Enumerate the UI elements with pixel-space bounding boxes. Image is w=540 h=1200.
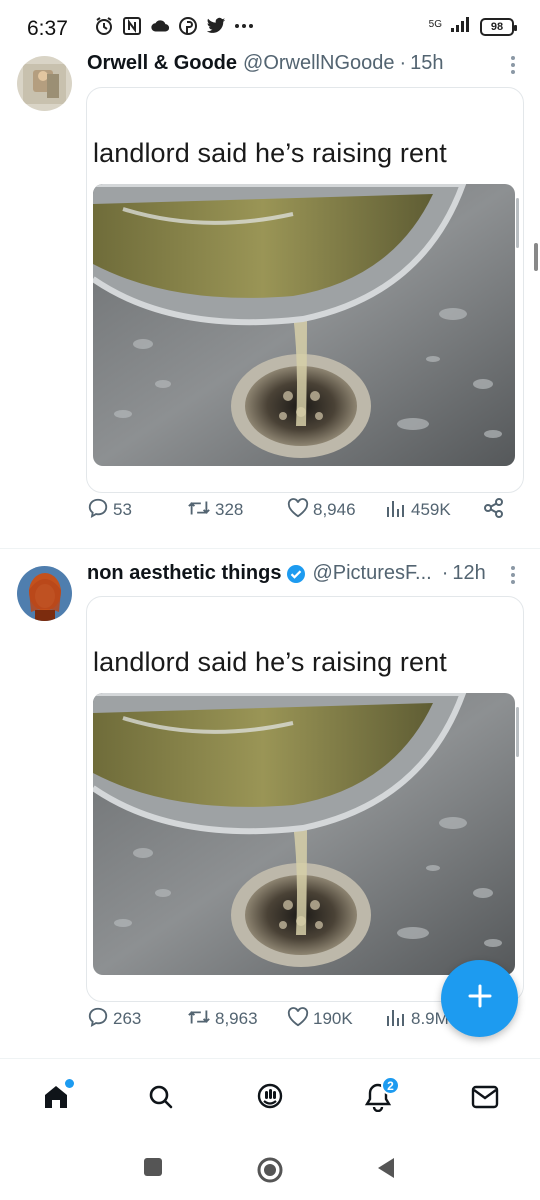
nav-home[interactable] xyxy=(36,1079,76,1119)
tweet-media-card[interactable]: landlord said he’s raising rent xyxy=(86,596,524,1002)
search-icon xyxy=(147,1083,175,1116)
meme-image[interactable] xyxy=(93,184,515,466)
reply-count: 53 xyxy=(113,500,132,519)
views-button[interactable]: 8.9M xyxy=(385,1007,449,1032)
nav-messages[interactable] xyxy=(465,1079,505,1119)
like-count: 8,946 xyxy=(313,500,356,519)
nav-communities[interactable] xyxy=(250,1079,290,1119)
avatar[interactable] xyxy=(17,566,72,621)
new-posts-dot xyxy=(65,1079,74,1088)
more-options-icon[interactable] xyxy=(510,566,516,584)
share-icon xyxy=(483,497,505,524)
plus-icon xyxy=(466,982,494,1015)
heart-icon xyxy=(287,1006,309,1032)
views-button[interactable]: 459K xyxy=(385,498,451,523)
retweet-icon xyxy=(187,497,211,524)
like-count: 190K xyxy=(313,1009,353,1028)
tweet[interactable]: Orwell & Goode @OrwellNGoode · 15h landl… xyxy=(0,0,540,548)
home-system-button[interactable] xyxy=(256,1156,284,1189)
more-options-icon[interactable] xyxy=(510,56,516,74)
reply-button[interactable]: 53 xyxy=(87,497,132,524)
system-navigation-bar xyxy=(0,1138,540,1200)
views-icon xyxy=(385,498,407,523)
tweet-media-card[interactable]: landlord said he’s raising rent xyxy=(86,87,524,493)
notifications-badge: 2 xyxy=(381,1076,400,1095)
nav-notifications[interactable]: 2 xyxy=(358,1076,400,1119)
display-name[interactable]: Orwell & Goode xyxy=(87,52,237,75)
like-button[interactable]: 8,946 xyxy=(287,497,356,523)
view-count: 459K xyxy=(411,500,451,519)
views-icon xyxy=(385,1007,407,1032)
messages-icon xyxy=(470,1084,500,1115)
heart-icon xyxy=(287,497,309,523)
retweet-icon xyxy=(187,1006,211,1033)
timestamp[interactable]: 15h xyxy=(410,52,443,75)
back-triangle-icon xyxy=(375,1156,397,1185)
timestamp[interactable]: 12h xyxy=(452,562,485,585)
verified-badge-icon xyxy=(286,564,306,584)
meme-text: landlord said he’s raising rent xyxy=(93,647,447,677)
share-button[interactable] xyxy=(483,497,505,524)
circle-icon xyxy=(256,1156,284,1189)
retweet-button[interactable]: 8,963 xyxy=(187,1006,258,1033)
username[interactable]: @PicturesF... xyxy=(312,562,431,585)
retweet-button[interactable]: 328 xyxy=(187,497,243,524)
compose-tweet-button[interactable] xyxy=(441,960,518,1037)
separator-dot: · xyxy=(399,52,407,74)
media-scroll-indicator xyxy=(516,707,519,757)
bottom-navigation: 2 xyxy=(0,1058,540,1138)
like-button[interactable]: 190K xyxy=(287,1006,353,1032)
nav-search[interactable] xyxy=(141,1079,181,1119)
communities-icon xyxy=(255,1082,285,1117)
retweet-count: 328 xyxy=(215,500,244,519)
square-icon xyxy=(142,1156,164,1183)
username[interactable]: @OrwellNGoode xyxy=(243,52,394,75)
display-name[interactable]: non aesthetic things xyxy=(87,562,281,585)
tweet-header: non aesthetic things @PicturesF... · 12h xyxy=(87,562,486,585)
reply-icon xyxy=(87,497,109,524)
back-button[interactable] xyxy=(375,1156,397,1185)
reply-button[interactable]: 263 xyxy=(87,1006,141,1033)
meme-text: landlord said he’s raising rent xyxy=(93,138,447,168)
reply-icon xyxy=(87,1006,109,1033)
reply-count: 263 xyxy=(113,1009,142,1028)
media-scroll-indicator xyxy=(516,198,519,248)
retweet-count: 8,963 xyxy=(215,1009,258,1028)
avatar[interactable] xyxy=(17,56,72,111)
meme-image[interactable] xyxy=(93,693,515,975)
tweet-header: Orwell & Goode @OrwellNGoode · 15h xyxy=(87,52,444,75)
recent-apps-button[interactable] xyxy=(142,1156,164,1183)
separator-dot: · xyxy=(441,562,449,584)
